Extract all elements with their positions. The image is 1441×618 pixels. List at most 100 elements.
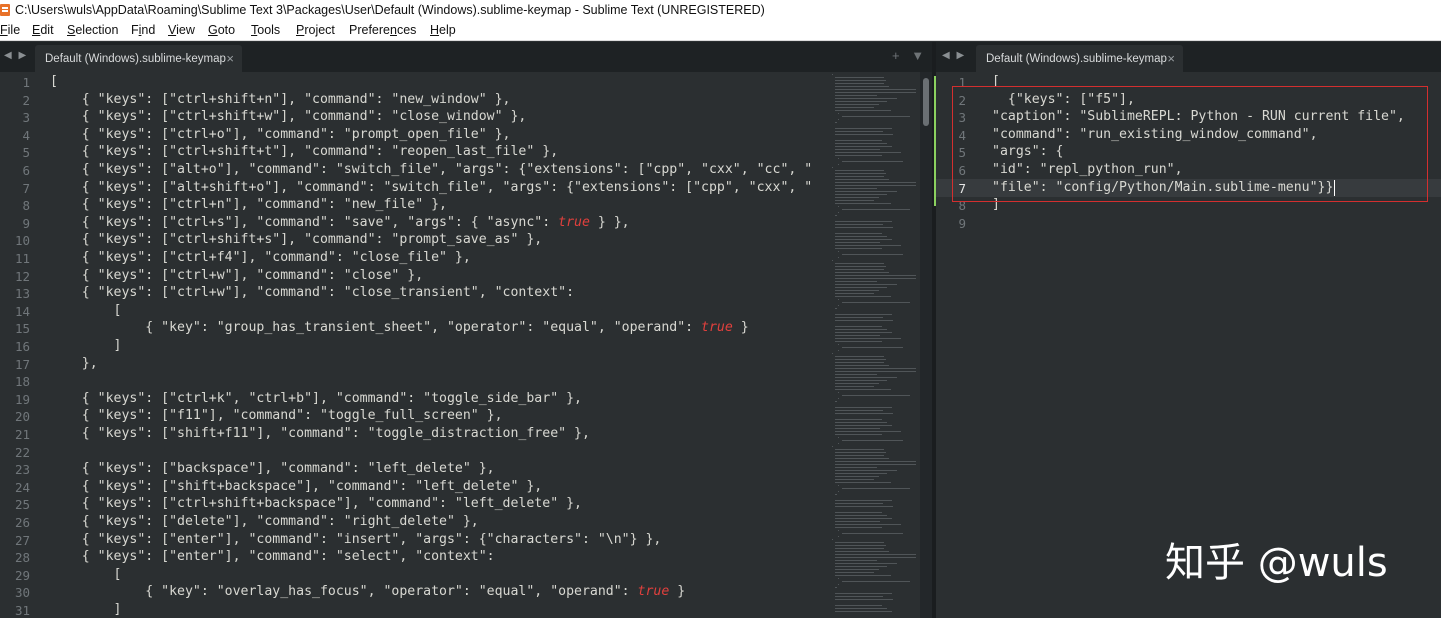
line-number: 2: [22, 92, 30, 108]
code-line[interactable]: { "keys": ["ctrl+shift+t"], "command": "…: [50, 144, 558, 159]
line-number: 12: [14, 268, 30, 284]
code-line[interactable]: { "keys": ["ctrl+w"], "command": "close_…: [50, 285, 574, 300]
menu-item-help[interactable]: Help: [430, 23, 456, 37]
tab-close-icon[interactable]: ×: [226, 51, 234, 66]
minimap-line: [835, 359, 886, 360]
line-number: 15: [14, 321, 30, 337]
minimap-line: [838, 344, 840, 345]
minimap-line: [838, 536, 840, 537]
tab-nav-arrows-icon[interactable]: ◀ ▶: [942, 50, 966, 61]
left-editor-pane[interactable]: 1 2 3 4 5 6 7 8 9 10 11 12 13 14 15 16 17 18 19 20 21 22 23 24 2…: [0, 72, 932, 618]
vertical-scrollbar[interactable]: [920, 72, 932, 618]
minimap-line: [838, 113, 840, 114]
minimap-line: [835, 599, 893, 600]
minimap-line: [835, 545, 886, 546]
menu-item-file[interactable]: File: [0, 23, 20, 37]
minimap-line: [835, 608, 888, 609]
menu-item-project[interactable]: Project: [296, 23, 335, 37]
tab-close-icon[interactable]: ×: [1167, 51, 1175, 66]
minimap-line: [835, 503, 883, 504]
line-number: 19: [14, 391, 30, 407]
watermark-text: 知乎 @wuls: [1165, 540, 1388, 586]
minimap-line: [835, 464, 917, 465]
code-line[interactable]: { "keys": ["ctrl+s"], "command": "save",…: [50, 215, 630, 230]
minimap-line: [835, 341, 882, 342]
code-line[interactable]: { "keys": ["alt+o"], "command": "switch_…: [50, 162, 812, 177]
minimap[interactable]: [828, 72, 920, 618]
code-line[interactable]: { "keys": ["ctrl+shift+w"], "command": "…: [50, 109, 527, 124]
code-line[interactable]: [: [50, 567, 122, 582]
minimap-line: [835, 557, 917, 558]
minimap-line: [838, 392, 840, 393]
annotation-highlight-box: [952, 86, 1428, 202]
code-line[interactable]: ]: [50, 338, 122, 353]
line-number: 6: [22, 163, 30, 178]
line-number: 20: [14, 409, 30, 425]
minimap-line: [835, 479, 874, 480]
menu-item-goto[interactable]: Goto: [208, 23, 235, 37]
code-line[interactable]: { "keys": ["ctrl+shift+s"], "command": "…: [50, 232, 543, 247]
menu-item-selection[interactable]: Selection: [67, 23, 118, 37]
code-line[interactable]: { "keys": ["ctrl+k", "ctrl+b"], "command…: [50, 391, 582, 406]
menu-item-tools[interactable]: Tools: [251, 23, 280, 37]
code-line[interactable]: [: [50, 74, 58, 89]
line-number: 31: [14, 603, 30, 618]
menu-item-edit[interactable]: Edit: [32, 23, 54, 37]
minimap-line: [841, 347, 903, 348]
line-number: 8: [22, 198, 30, 214]
minimap-line: [835, 467, 877, 468]
line-number: 23: [14, 462, 30, 478]
tab-default-windows-keymap-left[interactable]: Default (Windows).sublime-keymap ×: [35, 45, 242, 72]
minimap-line: [832, 167, 833, 168]
minimap-line: [835, 245, 901, 246]
code-line[interactable]: { "keys": ["ctrl+f4"], "command": "close…: [50, 250, 471, 265]
line-number: 3: [22, 110, 30, 126]
code-line[interactable]: { "keys": ["ctrl+shift+n"], "command": "…: [50, 92, 511, 107]
minimap-line: [835, 224, 883, 225]
scrollbar-thumb[interactable]: [923, 78, 929, 126]
minimap-line: [835, 377, 898, 378]
minimap-line: [835, 482, 891, 483]
code-line[interactable]: { "key": "group_has_transient_sheet", "o…: [50, 320, 748, 335]
code-line[interactable]: { "keys": ["ctrl+n"], "command": "new_fi…: [50, 197, 447, 212]
tab-nav-arrows-icon[interactable]: ◀ ▶: [4, 50, 28, 61]
code-line[interactable]: { "key": "overlay_has_focus", "operator"…: [50, 584, 685, 599]
minimap-line: [838, 584, 840, 585]
code-line[interactable]: { "keys": ["ctrl+o"], "command": "prompt…: [50, 127, 511, 142]
minimap-line: [835, 131, 883, 132]
minimap-line: [835, 89, 917, 90]
minimap-line: [832, 539, 833, 540]
minimap-line: [838, 443, 840, 444]
code-line[interactable]: { "keys": ["enter"], "command": "insert"…: [50, 532, 662, 547]
tab-label: Default (Windows).sublime-keymap: [45, 53, 226, 65]
minimap-line: [835, 542, 884, 543]
code-line[interactable]: { "keys": ["shift+f11"], "command": "tog…: [50, 426, 590, 441]
code-line[interactable]: { "keys": ["shift+backspace"], "command"…: [50, 479, 543, 494]
code-line[interactable]: { "keys": ["enter"], "command": "select"…: [50, 549, 495, 564]
menu-item-preferences[interactable]: Preferences: [349, 23, 416, 37]
line-number: 16: [14, 339, 30, 354]
minimap-line: [838, 485, 840, 486]
minimap-line: [835, 269, 884, 270]
code-line[interactable]: { "keys": ["f11"], "command": "toggle_fu…: [50, 408, 503, 423]
code-line[interactable]: [: [50, 303, 122, 318]
line-number: 17: [14, 356, 30, 372]
new-tab-dropdown-icon[interactable]: + ▼: [892, 48, 928, 63]
tab-default-windows-keymap-right[interactable]: Default (Windows).sublime-keymap ×: [976, 45, 1183, 72]
minimap-line: [835, 356, 884, 357]
code-line[interactable]: { "keys": ["alt+shift+o"], "command": "s…: [50, 180, 812, 195]
minimap-line: [835, 554, 917, 555]
code-line[interactable]: { "keys": ["ctrl+shift+backspace"], "com…: [50, 496, 582, 511]
code-line[interactable]: },: [50, 356, 98, 371]
code-line[interactable]: { "keys": ["backspace"], "command": "lef…: [50, 461, 495, 476]
minimap-line: [835, 227, 893, 228]
minimap-line: [835, 575, 891, 576]
line-number: 30: [14, 585, 30, 601]
code-line[interactable]: ]: [50, 602, 122, 617]
code-line[interactable]: { "keys": ["ctrl+w"], "command": "close"…: [50, 268, 423, 283]
menu-item-find[interactable]: Find: [131, 23, 155, 37]
minimap-line: [835, 473, 888, 474]
menu-item-view[interactable]: View: [168, 23, 195, 37]
code-line[interactable]: { "keys": ["delete"], "command": "right_…: [50, 514, 479, 529]
line-number: 29: [14, 567, 30, 583]
